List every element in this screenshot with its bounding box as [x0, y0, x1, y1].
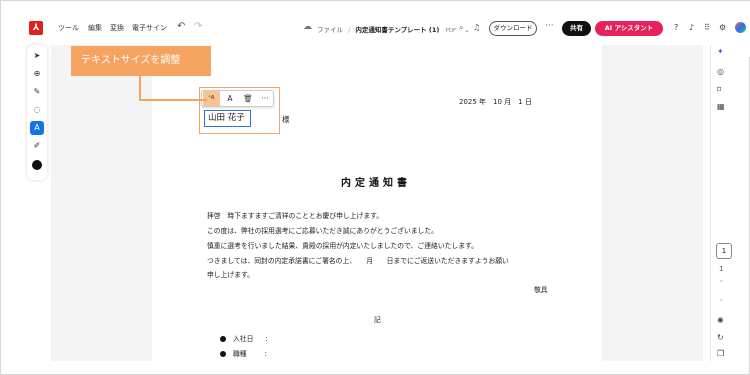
select-cursor-icon[interactable]: ➤: [30, 49, 44, 63]
bullet-icon: [220, 351, 226, 357]
color-swatch[interactable]: [32, 160, 42, 170]
lasso-icon[interactable]: ◌: [30, 103, 44, 117]
breadcrumb-folder[interactable]: ファイル: [317, 26, 343, 34]
download-button[interactable]: ダウンロード: [489, 21, 537, 36]
comments-panel-icon[interactable]: ◎: [717, 67, 724, 76]
breadcrumb-separator: /: [348, 26, 351, 34]
help-icon[interactable]: ?: [674, 23, 678, 32]
pen-icon[interactable]: ✎: [30, 85, 44, 99]
callout-connector: [139, 99, 207, 101]
left-tool-palette: ➤ ⊕ ✎ ◌ A ✐: [27, 45, 47, 180]
ai-assistant-label: AI アシスタント: [604, 24, 654, 32]
settings-icon[interactable]: ⚙: [719, 23, 726, 32]
callout-label: テキストサイズを調整: [71, 46, 211, 76]
bookmark-icon[interactable]: ⌑: [717, 85, 721, 94]
highlight-icon[interactable]: ✐: [30, 139, 44, 153]
document-title: 内定通知書: [341, 178, 411, 189]
document-date: 2025 年 10 月 1 日: [459, 98, 532, 106]
comment-icon[interactable]: ⊕: [30, 67, 44, 81]
ai-assistant-button[interactable]: AI アシスタント: [595, 21, 663, 36]
thumbnails-icon[interactable]: ▦: [717, 102, 725, 111]
ki-heading: 記: [374, 316, 381, 324]
chevron-down-icon[interactable]: ⌄: [464, 26, 469, 34]
app-window: ⅄ ツール 編集 変換 電子サイン ↶ ↷ ☁ ファイル / 内定通知書テンプレ…: [0, 0, 750, 375]
add-text-icon[interactable]: A: [30, 121, 44, 135]
acrobat-logo-icon[interactable]: ⅄: [29, 21, 43, 35]
callout-connector: [139, 76, 141, 100]
undo-icon[interactable]: ↶: [177, 21, 185, 32]
page-up-icon[interactable]: ⌃: [718, 279, 725, 288]
text-mini-toolbar: ᴬA A 🗑 ···: [201, 90, 274, 107]
refresh-icon[interactable]: ↻: [717, 333, 724, 342]
search-icon[interactable]: ⌕: [459, 23, 463, 33]
ai-panel-icon[interactable]: ✦: [717, 47, 724, 56]
closing-text: 敬具: [534, 286, 548, 294]
menu-convert[interactable]: 変換: [110, 23, 124, 33]
current-page-input[interactable]: 1: [716, 243, 732, 259]
trash-icon[interactable]: 🗑: [241, 91, 255, 106]
menu-esign[interactable]: 電子サイン: [132, 23, 167, 33]
breadcrumb: ファイル / 内定通知書テンプレート (1) PDF ⌄: [317, 24, 470, 34]
item-colon: :: [264, 350, 267, 358]
more-icon[interactable]: ···: [545, 21, 554, 31]
apps-grid-icon[interactable]: ⠿: [704, 23, 710, 32]
total-pages: 1: [719, 265, 724, 273]
list-item: 職種:: [220, 348, 267, 358]
body-line: 慎重に選考を行いました結果、貴殿の採用が内定いたしましたので、ご連絡いたします。: [207, 242, 478, 250]
copy-icon[interactable]: ❐: [717, 349, 724, 358]
increase-text-size-button[interactable]: A: [223, 91, 237, 106]
body-line: つきましては、同封の内定承諾書にご署名の上、 月 日までにご返送いただきますよう…: [207, 257, 509, 265]
document-name[interactable]: 内定通知書テンプレート (1): [355, 26, 439, 34]
list-item: 入社日:: [220, 333, 268, 343]
share-button[interactable]: 共有: [562, 21, 591, 36]
menu-edit[interactable]: 編集: [88, 23, 102, 33]
ai-sparkle-icon[interactable]: ✺: [717, 316, 724, 325]
body-line: 拝啓 時下ますますご清祥のこととお慶び申し上げます。: [207, 212, 384, 220]
redo-icon[interactable]: ↷: [194, 21, 202, 32]
item-colon: :: [265, 335, 268, 343]
right-rail-divider: [710, 45, 711, 361]
item-label: 入社日: [233, 335, 254, 343]
bullet-icon: [220, 336, 226, 342]
bell-icon[interactable]: ♪: [689, 23, 694, 32]
cloud-icon: ☁: [303, 22, 312, 32]
page-down-icon[interactable]: ⌄: [718, 294, 725, 303]
body-line: 申し上げます。: [207, 271, 254, 279]
name-text-field[interactable]: 山田 花子: [204, 110, 251, 127]
more-options-button[interactable]: ···: [258, 91, 272, 106]
avatar[interactable]: [735, 22, 746, 33]
menu-tools[interactable]: ツール: [58, 23, 79, 33]
document-extension: PDF: [445, 28, 457, 34]
body-line: この度は、弊社の採用選考にご応募いただき誠にありがとうございました。: [207, 227, 438, 235]
headset-icon[interactable]: ♫: [473, 23, 480, 32]
item-label: 職種: [233, 350, 247, 358]
honorific: 様: [282, 115, 290, 124]
